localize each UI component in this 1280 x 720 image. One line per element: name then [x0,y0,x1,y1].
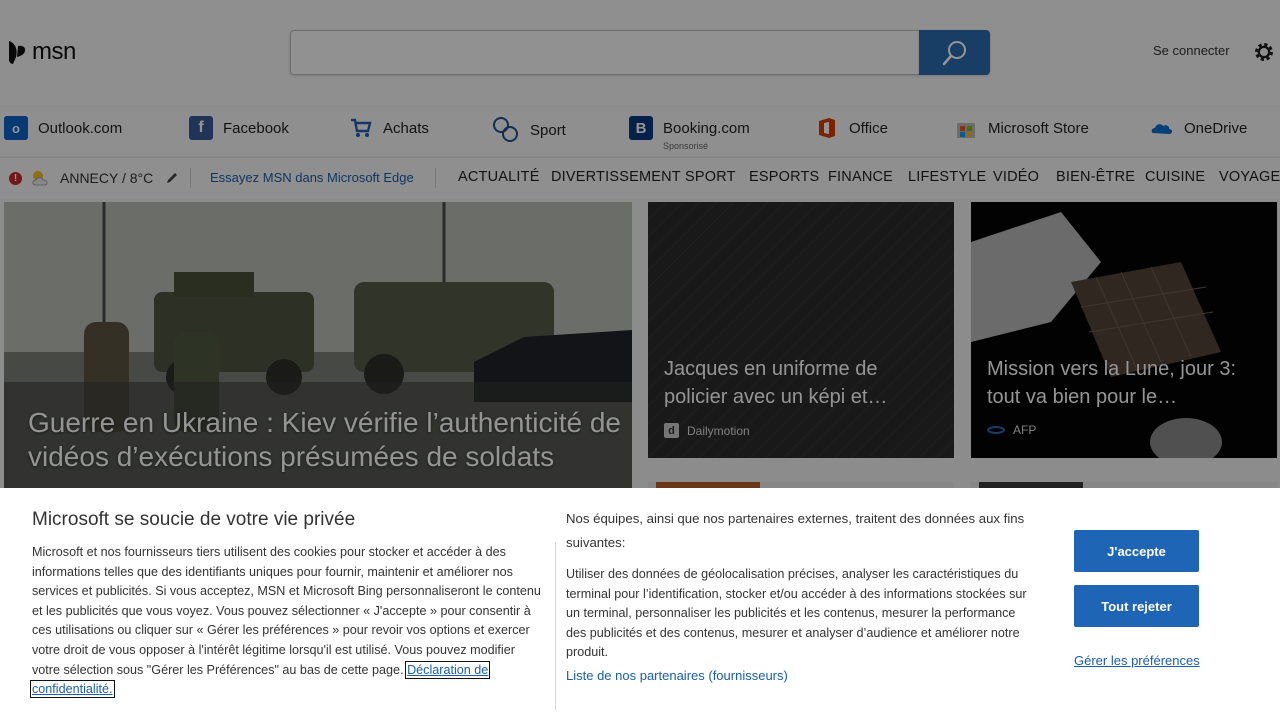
purposes-text: Utiliser des données de géolocalisation … [566,567,1027,660]
partners-list-link[interactable]: Liste de nos partenaires (fournisseurs) [566,668,788,683]
reject-all-button[interactable]: Tout rejeter [1074,585,1199,627]
modal-overlay [0,0,1280,488]
consent-divider [555,542,556,710]
purposes-heading: Nos équipes, ainsi que nos partenaires e… [566,511,1025,550]
manage-preferences-link[interactable]: Gérer les préférences [1074,653,1200,668]
consent-title: Microsoft se soucie de votre vie privée [32,509,356,530]
cookie-consent-banner: Microsoft se soucie de votre vie privée … [0,488,1280,720]
accept-button[interactable]: J'accepte [1074,530,1199,572]
consent-body-text: Microsoft et nos fournisseurs tiers util… [32,545,541,677]
consent-body: Microsoft et nos fournisseurs tiers util… [29,543,544,700]
